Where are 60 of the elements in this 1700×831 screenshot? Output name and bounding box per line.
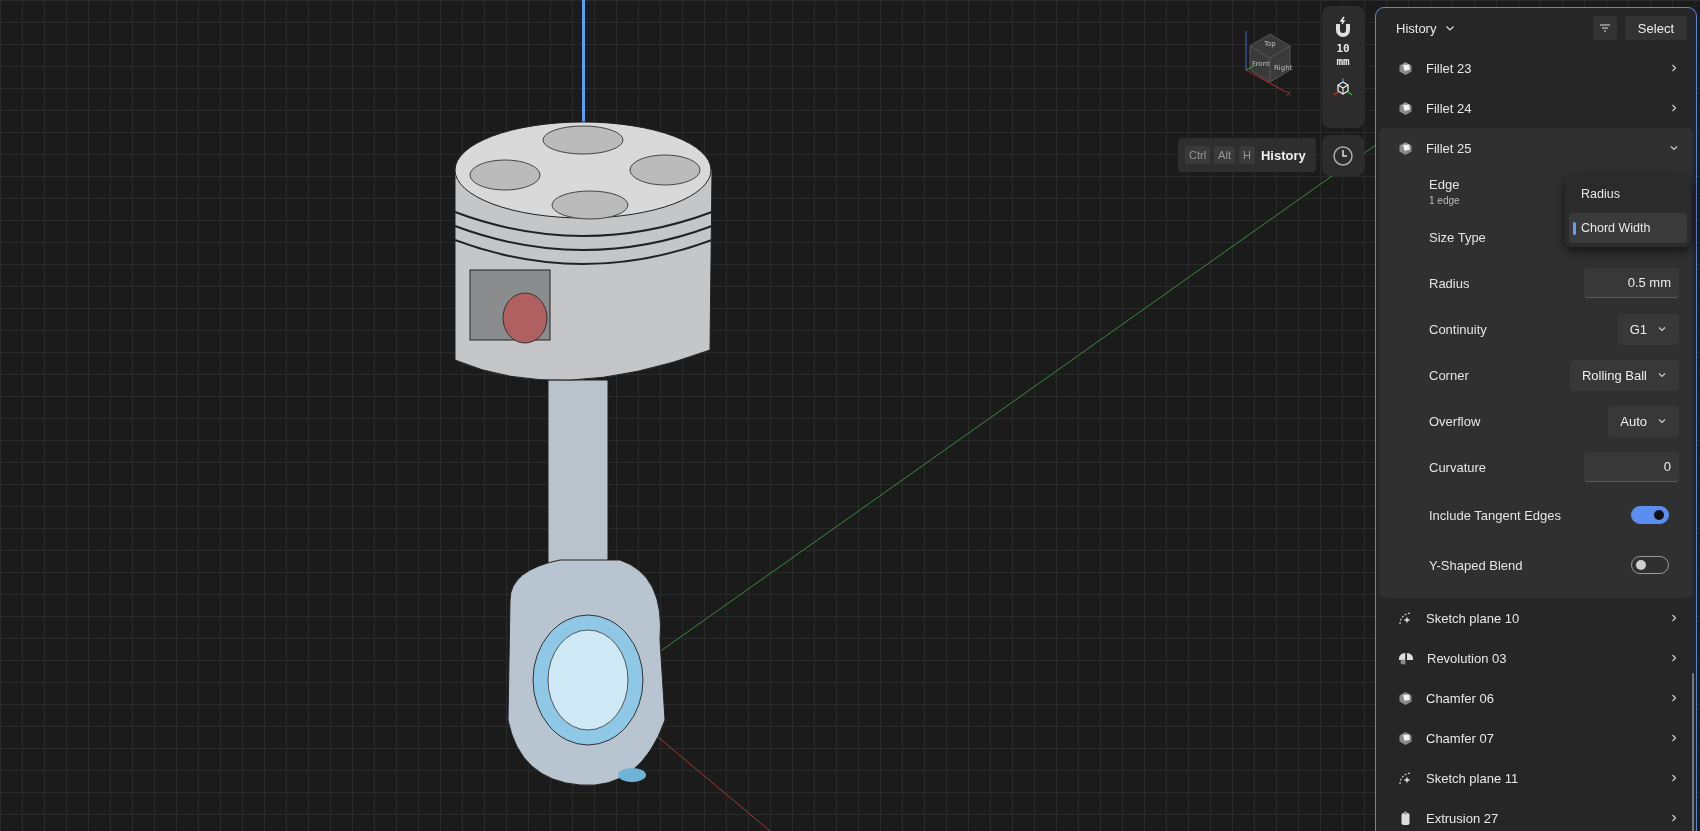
property-label: Include Tangent Edges [1429, 507, 1562, 523]
history-item[interactable]: Chamfer 06 [1426, 690, 1656, 706]
dropdown[interactable]: Rolling Ball [1569, 359, 1679, 391]
key-cap: Ctrl [1185, 146, 1211, 164]
property-label: Curvature [1429, 459, 1487, 475]
number-field[interactable]: 0 [1584, 452, 1679, 482]
history-item[interactable]: Fillet 25 [1426, 140, 1656, 156]
history-button[interactable] [1322, 135, 1364, 176]
clock-icon[interactable] [1332, 144, 1354, 167]
sketch-plane-icon [1398, 770, 1413, 786]
tooltip-label: History [1260, 147, 1306, 163]
chevron-down-icon [1657, 416, 1667, 426]
chevron-down-icon [1657, 324, 1667, 334]
chevron-right-icon[interactable] [1669, 613, 1679, 623]
cube-icon [1398, 690, 1413, 706]
cube-icon [1398, 140, 1413, 156]
key-cap: Alt [1214, 146, 1235, 164]
key-cap: H [1238, 146, 1255, 164]
chevron-right-icon[interactable] [1669, 653, 1679, 663]
dropdown[interactable]: G1 [1617, 313, 1679, 345]
property-label: Corner [1429, 367, 1469, 383]
cube-icon [1398, 100, 1413, 116]
chevron-right-icon[interactable] [1669, 693, 1679, 703]
select-button[interactable]: Select [1624, 16, 1687, 40]
menu-option[interactable]: Chord Width [1569, 213, 1687, 243]
sketch-plane-icon [1398, 610, 1413, 626]
revolution-icon [1398, 650, 1414, 666]
chevron-right-icon[interactable] [1669, 103, 1679, 113]
chevron-down-icon [1657, 370, 1667, 380]
property-label: Edge [1429, 176, 1460, 192]
magnet-icon[interactable] [1333, 16, 1353, 38]
history-item[interactable]: Sketch plane 10 [1426, 610, 1656, 626]
chevron-right-icon[interactable] [1669, 63, 1679, 73]
history-item[interactable]: Sketch plane 11 [1426, 770, 1656, 786]
cube-icon [1398, 60, 1413, 76]
property-label: Continuity [1429, 321, 1487, 337]
dropdown[interactable]: Auto [1608, 405, 1679, 437]
snap-size[interactable]: 10 mm [1336, 42, 1350, 68]
history-item[interactable]: Chamfer 07 [1426, 730, 1656, 746]
history-item[interactable]: Fillet 23 [1426, 60, 1656, 76]
property-label: Radius [1429, 275, 1470, 291]
chevron-right-icon[interactable] [1669, 773, 1679, 783]
filter-icon[interactable] [1598, 23, 1611, 33]
property-label: Overflow [1429, 413, 1481, 429]
edge-count: 1 edge [1429, 194, 1460, 206]
axes-cube-icon[interactable] [1333, 78, 1353, 98]
cube-icon [1398, 730, 1413, 746]
menu-option[interactable]: Radius [1569, 179, 1687, 209]
panel-title[interactable]: History [1396, 20, 1437, 36]
chevron-down-icon[interactable] [1669, 143, 1679, 153]
filter-button[interactable] [1592, 16, 1617, 40]
history-item[interactable]: Fillet 24 [1426, 100, 1656, 116]
property-label: Y-Shaped Blend [1429, 557, 1523, 573]
property-label: Size Type [1429, 229, 1486, 245]
history-item[interactable]: Extrusion 27 [1426, 810, 1656, 826]
toggle-switch[interactable] [1631, 506, 1669, 524]
chevron-right-icon[interactable] [1669, 813, 1679, 823]
history-item[interactable]: Revolution 03 [1427, 650, 1656, 666]
chevron-right-icon[interactable] [1669, 733, 1679, 743]
number-field[interactable]: 0.5 mm [1584, 268, 1679, 298]
